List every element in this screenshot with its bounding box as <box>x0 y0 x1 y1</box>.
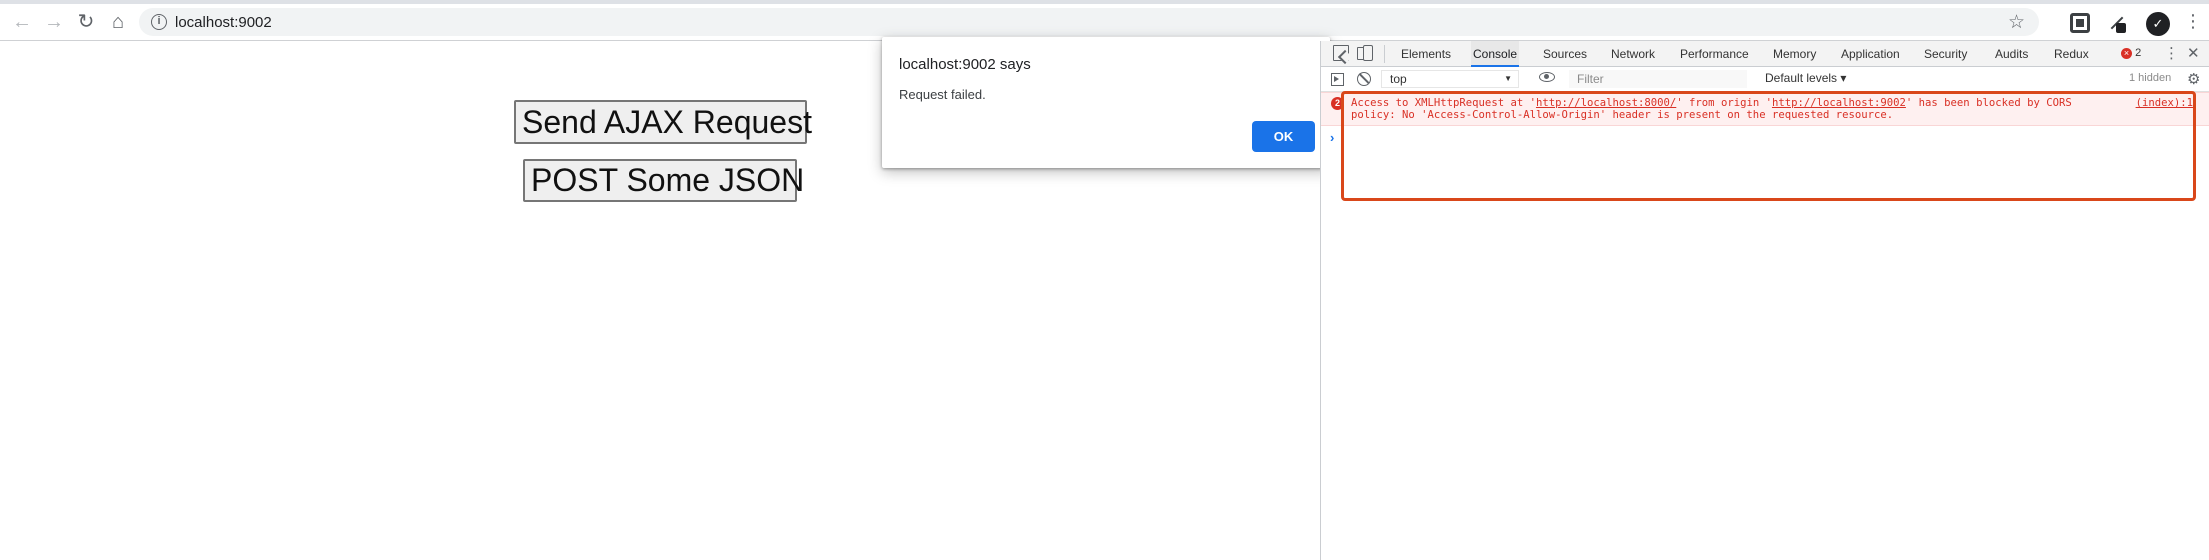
address-bar[interactable]: i localhost:9002 ☆ <box>139 8 2039 36</box>
address-url[interactable]: localhost:9002 <box>175 14 272 31</box>
log-levels-dropdown[interactable]: Default levels ▾ <box>1765 71 1846 85</box>
back-icon[interactable]: ← <box>10 10 34 34</box>
tab-security[interactable]: Security <box>1924 41 1967 67</box>
tab-sources[interactable]: Sources <box>1543 41 1587 67</box>
annotation-highlight-box <box>1341 91 2196 201</box>
alert-message: Request failed. <box>899 87 986 102</box>
error-count: 2 <box>2135 47 2142 59</box>
hidden-count: 1 hidden <box>2129 72 2172 84</box>
extension-icon[interactable] <box>2070 13 2090 33</box>
dropdown-arrow-icon: ▼ <box>1504 74 1512 83</box>
alert-ok-button[interactable]: OK <box>1252 121 1315 152</box>
console-filter-input[interactable]: Filter <box>1569 70 1747 88</box>
live-expression-eye-icon[interactable] <box>1539 72 1555 82</box>
tab-memory[interactable]: Memory <box>1773 41 1816 67</box>
console-prompt-icon[interactable]: › <box>1330 130 1334 145</box>
home-icon[interactable]: ⌂ <box>106 10 130 34</box>
send-ajax-request-button[interactable]: Send AJAX Request <box>514 100 812 144</box>
browser-menu-icon[interactable]: ⋮ <box>2184 12 2202 30</box>
console-sidebar-icon[interactable] <box>1331 73 1344 86</box>
context-value: top <box>1390 72 1407 86</box>
extension-pen-icon[interactable] <box>2106 13 2126 33</box>
error-icon: × <box>2121 47 2132 59</box>
divider <box>1384 45 1385 63</box>
inspect-element-icon[interactable] <box>1333 45 1349 61</box>
tab-redux[interactable]: Redux <box>2054 41 2089 67</box>
gear-icon[interactable]: ⚙ <box>2187 70 2200 88</box>
site-info-icon[interactable]: i <box>151 14 167 30</box>
profile-avatar[interactable]: ✓ <box>2146 12 2170 36</box>
bookmark-star-icon[interactable]: ☆ <box>2008 11 2025 34</box>
error-counter[interactable]: × 2 <box>2121 47 2141 59</box>
tab-application[interactable]: Application <box>1841 41 1900 67</box>
device-toolbar-icon[interactable] <box>1357 45 1373 61</box>
post-some-json-button[interactable]: POST Some JSON <box>523 159 804 202</box>
console-toolbar: top ▼ Filter Default levels ▾ 1 hidden ⚙ <box>1321 67 2209 92</box>
alert-title: localhost:9002 says <box>899 56 1031 73</box>
tab-elements[interactable]: Elements <box>1401 41 1451 67</box>
close-icon[interactable]: ✕ <box>2187 44 2200 62</box>
context-selector[interactable]: top ▼ <box>1381 70 1519 88</box>
tab-performance[interactable]: Performance <box>1680 41 1749 67</box>
clear-console-icon[interactable] <box>1357 72 1371 86</box>
devtools-tabbar: Elements Console Sources Network Perform… <box>1321 41 2209 67</box>
tab-audits[interactable]: Audits <box>1995 41 2028 67</box>
tab-network[interactable]: Network <box>1611 41 1655 67</box>
forward-icon[interactable]: → <box>42 10 66 34</box>
reload-icon[interactable]: ↻ <box>74 10 98 34</box>
browser-toolbar: ← → ↻ ⌂ i localhost:9002 ☆ ✓ ⋮ <box>0 4 2209 41</box>
alert-dialog: localhost:9002 says Request failed. OK <box>882 37 1330 168</box>
tab-console[interactable]: Console <box>1471 41 1520 67</box>
devtools-menu-icon[interactable]: ⋮ <box>2164 44 2179 62</box>
